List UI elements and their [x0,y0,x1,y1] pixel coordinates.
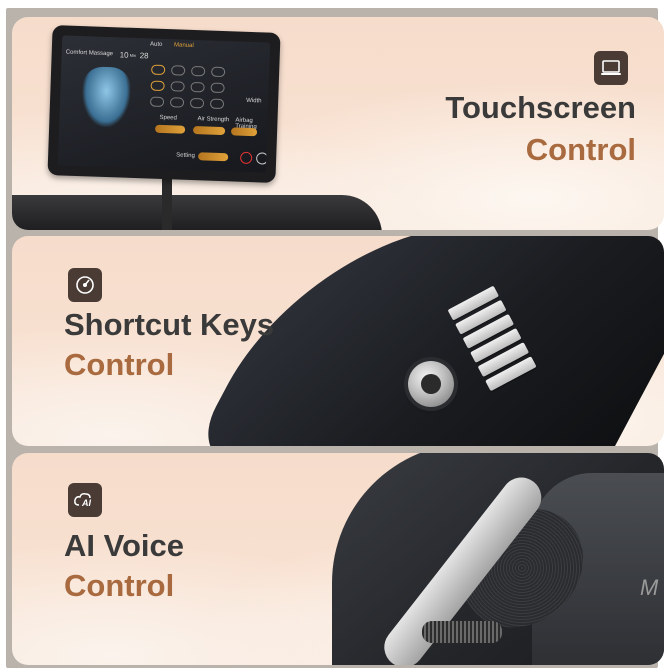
laptop-icon [594,51,628,85]
width-label: Width [246,97,262,105]
chair-armrest [12,195,382,230]
time-value: 10 [119,50,129,60]
setting-label: Setting [176,152,195,160]
ai-voice-icon: AI [68,483,102,517]
play-icon [255,152,269,165]
time-unit: Min [129,52,137,58]
panel1-title-line2: Control [525,132,636,167]
tablet: Auto Manual Comfort Massage 10 Min 28 Sp… [47,25,281,183]
shortcut-keys-panel: Shortcut Keys Control [12,236,664,446]
air-strength-label: Air Strength [197,116,230,124]
touchscreen-control-panel: Auto Manual Comfort Massage 10 Min 28 Sp… [12,17,664,230]
level-value: 28 [139,51,149,61]
ai-voice-panel: M AI AI Voice Control [12,453,664,665]
airbag-bar [230,127,258,137]
panel3-title-line1: AI Voice [64,528,185,563]
control-knob [408,361,454,407]
mode-auto-label: Auto [149,41,163,48]
program-label: Comfort Massage [65,49,114,58]
speaker-grille [422,621,502,643]
dial-icon [68,268,102,302]
air-strength-bar [192,126,226,136]
power-icon [239,151,253,165]
svg-text:AI: AI [81,498,91,508]
speed-bar [154,124,186,134]
start-button-bar [198,152,229,162]
panel2-title-line2: Control [64,347,175,382]
speed-label: Speed [159,114,177,122]
panel1-title-line1: Touchscreen [445,90,636,125]
panel2-title-line1: Shortcut Keys [64,307,275,342]
panel3-title-line2: Control [64,568,175,603]
mode-manual-label: Manual [173,42,194,50]
chair-body-figure [81,66,132,128]
brand-logo: M [640,575,659,600]
tablet-screen: Auto Manual Comfort Massage 10 Min 28 Sp… [57,35,271,173]
